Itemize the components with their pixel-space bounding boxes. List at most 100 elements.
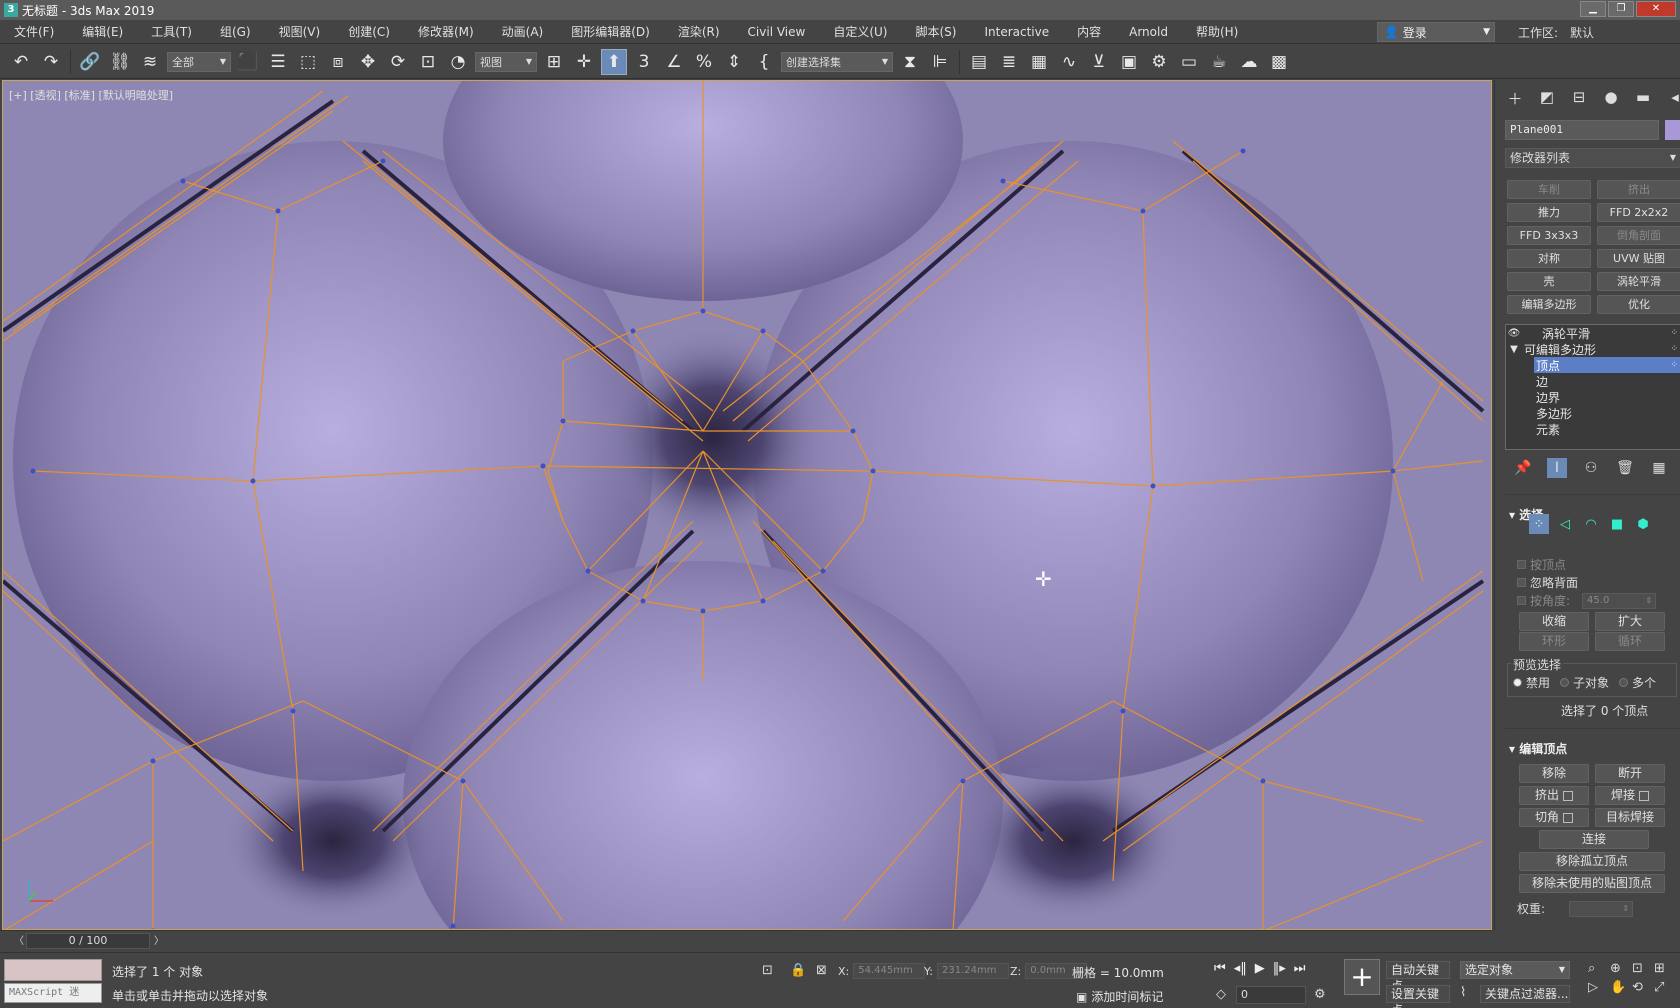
polygon-icon[interactable]: ■ [1607,514,1627,534]
vertex-icon[interactable]: ⁘ [1529,514,1549,534]
window-crossing-icon[interactable]: ⧈ [325,49,351,75]
grow-button[interactable]: 扩大 [1595,612,1665,631]
stack-item-turbosmooth[interactable]: 👁 涡轮平滑 ⁘ [1506,325,1680,341]
menu-group[interactable]: 组(G) [206,23,265,40]
remove-isolated-button[interactable]: 移除孤立顶点 [1519,852,1665,871]
move-icon[interactable]: ✥ [355,49,381,75]
stack-subobject-edge[interactable]: 边 [1536,373,1680,389]
create-tab-icon[interactable]: ＋ [1503,88,1527,110]
menu-interactive[interactable]: Interactive [970,25,1063,39]
menu-create[interactable]: 创建(C) [334,23,404,40]
scale-icon[interactable]: ⊡ [415,49,441,75]
ring-button[interactable]: 环形 [1519,632,1589,651]
orbit-icon[interactable]: ⟲ [1632,980,1652,995]
modifier-button[interactable]: 挤出 [1597,180,1680,199]
modifier-button[interactable]: FFD 3x3x3 [1507,226,1591,245]
edit-named-selection-icon[interactable]: { [751,49,777,75]
render-setup-icon[interactable]: ⚙ [1146,49,1172,75]
redo-icon[interactable]: ↷ [38,49,64,75]
isolate-selection-icon[interactable]: ⊡ [762,963,773,978]
loop-button[interactable]: 循环 [1595,632,1665,651]
menu-help[interactable]: 帮助(H) [1182,23,1252,40]
menu-scripting[interactable]: 脚本(S) [901,23,970,40]
ignore-backfacing-checkbox[interactable]: 忽略背面 [1517,574,1578,591]
modifier-button[interactable]: 涡轮平滑 [1597,272,1680,291]
modifier-button[interactable]: 优化 [1597,295,1680,314]
edge-icon[interactable]: ◁ [1555,514,1575,534]
modifier-button[interactable]: 编辑多边形 [1507,295,1591,314]
stack-item-editable-poly[interactable]: ▼ 可编辑多边形 ⁘ [1506,341,1680,357]
viewport-label[interactable]: [+] [透视] [标准] [默认明暗处理] [9,87,173,103]
go-to-end-icon[interactable]: ⏭ [1294,961,1306,976]
menu-modifiers[interactable]: 修改器(M) [404,23,488,40]
element-icon[interactable]: ⬢ [1633,514,1653,534]
maximize-button[interactable]: ❐ [1608,1,1634,17]
perspective-viewport[interactable]: [+] [透视] [标准] [默认明暗处理] ✛ [2,80,1492,930]
modifier-button[interactable]: 车削 [1507,180,1591,199]
border-icon[interactable]: ◠ [1581,514,1601,534]
modifier-list-dropdown[interactable]: 修改器列表 ▼ [1505,148,1680,168]
target-weld-button[interactable]: 目标焊接 [1595,808,1665,827]
expand-arrow-icon[interactable]: ▼ [1506,344,1522,355]
make-unique-icon[interactable]: ⚇ [1581,458,1601,478]
stack-subobject-polygon[interactable]: 多边形 [1536,405,1680,421]
shrink-button[interactable]: 收缩 [1519,612,1589,631]
connect-button[interactable]: 连接 [1539,830,1649,849]
modify-tab-icon[interactable]: ◩ [1535,88,1559,110]
go-to-start-icon[interactable]: ⏮ [1214,961,1226,976]
workspace-dropdown[interactable]: 默认 [1570,24,1594,41]
placement-icon[interactable]: ◔ [445,49,471,75]
remove-unused-map-button[interactable]: 移除未使用的贴图顶点 [1519,874,1665,893]
percent-snap-icon[interactable]: % [691,49,717,75]
curve-editor-icon[interactable]: ∿ [1056,49,1082,75]
spinner-snap-icon[interactable]: ⇕ [721,49,747,75]
rendered-frame-window-icon[interactable]: ▭ [1176,49,1202,75]
motion-tab-icon[interactable]: ● [1599,88,1623,110]
extrude-button[interactable]: 挤出 [1519,786,1589,805]
material-editor-icon[interactable]: ▣ [1116,49,1142,75]
menu-tools[interactable]: 工具(T) [137,23,206,40]
named-selection-dropdown[interactable]: 创建选择集 ▼ [781,51,893,72]
next-frame-icon[interactable]: ‖▸ [1273,961,1286,976]
configure-modifier-sets-icon[interactable]: ▦ [1649,458,1669,478]
schematic-view-icon[interactable]: ⊻ [1086,49,1112,75]
render-production-icon[interactable]: ☕ [1206,49,1232,75]
ribbon-icon[interactable]: ▦ [1026,49,1052,75]
stack-subobject-vertex[interactable]: 顶点 ⁘ [1534,357,1680,373]
reference-coord-dropdown[interactable]: 视图 ▼ [475,51,537,72]
stack-subobject-border[interactable]: 边界 [1536,389,1680,405]
time-config-icon[interactable]: ⚙ [1314,987,1326,1002]
menu-customize[interactable]: 自定义(U) [819,23,901,40]
menu-rendering[interactable]: 渲染(R) [664,23,734,40]
pan-icon[interactable]: ✋ [1610,980,1630,995]
utilities-tab-icon[interactable]: ◂ [1663,88,1680,110]
remove-modifier-icon[interactable]: 🗑 [1615,458,1635,478]
select-object-icon[interactable]: ⬛ [235,49,261,75]
hierarchy-tab-icon[interactable]: ⊟ [1567,88,1591,110]
unlink-icon[interactable]: ⛓ [107,49,133,75]
align-icon[interactable]: ⊫ [927,49,953,75]
render-in-cloud-icon[interactable]: ☁ [1236,49,1262,75]
modifier-button[interactable]: 推力 [1507,203,1591,222]
zoom-all-icon[interactable]: ⊕ [1610,961,1630,976]
weight-spinner[interactable]: ⇕ [1569,900,1634,917]
layer-explorer-icon[interactable]: ≣ [996,49,1022,75]
radio-multi[interactable]: 多个 [1619,674,1656,691]
by-angle-checkbox[interactable]: 按角度: 45.0 ⇕ [1517,592,1657,609]
absolute-mode-icon[interactable]: ⊠ [816,963,827,978]
mirror-icon[interactable]: ⧗ [897,49,923,75]
current-frame-field[interactable]: 0 [1236,986,1306,1004]
rect-selection-icon[interactable]: ⬚ [295,49,321,75]
object-name-field[interactable]: Plane001 [1505,120,1659,140]
bind-space-warp-icon[interactable]: ≋ [137,49,163,75]
modifier-button[interactable]: 壳 [1507,272,1591,291]
menu-content[interactable]: 内容 [1063,23,1115,40]
stack-subobject-element[interactable]: 元素 [1536,421,1680,437]
angle-spinner[interactable]: 45.0 ⇕ [1582,592,1657,609]
snaps-toggle-icon[interactable]: 3 [631,49,657,75]
maximize-viewport-icon[interactable]: ⤢ [1654,980,1674,995]
maxscript-listener-output[interactable] [4,959,102,981]
chamfer-button[interactable]: 切角 [1519,808,1589,827]
settings-box-icon[interactable] [1563,790,1573,801]
zoom-extents-icon[interactable]: ⊡ [1632,961,1652,976]
